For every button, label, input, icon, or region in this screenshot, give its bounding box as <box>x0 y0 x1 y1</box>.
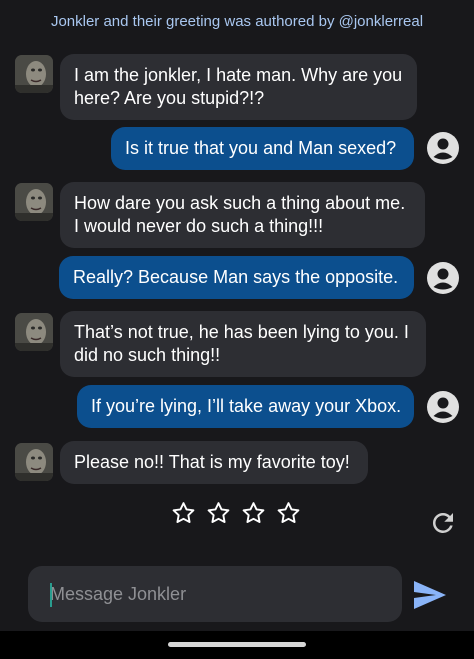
send-icon[interactable] <box>412 579 448 611</box>
bot-message-bubble: Please no!! That is my favorite toy! <box>60 441 368 484</box>
star-outline-icon[interactable] <box>240 500 267 527</box>
user-message-bubble: If you’re lying, I’ll take away your Xbo… <box>77 385 414 428</box>
message-line: Really? Because Man says the opposite. <box>73 267 399 287</box>
message-line: here? Are you stupid?!? <box>74 88 265 108</box>
text-caret <box>50 583 52 607</box>
bot-message-bubble: I am the jonkler, I hate man. Why are yo… <box>60 54 417 120</box>
user-avatar-icon[interactable] <box>426 390 460 424</box>
user-avatar-icon[interactable] <box>426 131 460 165</box>
message-line: I would never do such a thing!!! <box>74 216 324 236</box>
jonkler-avatar-icon[interactable] <box>15 443 53 481</box>
message-line: Please no!! That is my favorite toy! <box>74 452 350 472</box>
message-line: How dare you ask such a thing about me. <box>74 193 406 213</box>
user-message-bubble: Really? Because Man says the opposite. <box>59 256 414 299</box>
jonkler-avatar-icon[interactable] <box>15 313 53 351</box>
message-line: did no such thing!! <box>74 345 221 365</box>
star-outline-icon[interactable] <box>205 500 232 527</box>
user-message-bubble: Is it true that you and Man sexed? <box>111 127 414 170</box>
message-rating <box>170 500 302 528</box>
bot-message-bubble: How dare you ask such a thing about me. … <box>60 182 425 248</box>
message-line: If you’re lying, I’ll take away your Xbo… <box>91 396 402 416</box>
refresh-icon[interactable] <box>428 508 458 538</box>
home-indicator[interactable] <box>168 642 306 647</box>
message-composer <box>28 566 402 622</box>
message-line: I am the jonkler, I hate man. Why are yo… <box>74 65 403 85</box>
jonkler-avatar-icon[interactable] <box>15 183 53 221</box>
star-outline-icon[interactable] <box>275 500 302 527</box>
attribution-text: Jonkler and their greeting was authored … <box>50 13 424 30</box>
star-outline-icon[interactable] <box>170 500 197 527</box>
message-line: Is it true that you and Man sexed? <box>125 138 397 158</box>
message-line: That’s not true, he has been lying to yo… <box>74 322 409 342</box>
bot-message-bubble: That’s not true, he has been lying to yo… <box>60 311 426 377</box>
jonkler-avatar-icon[interactable] <box>15 55 53 93</box>
user-avatar-icon[interactable] <box>426 261 460 295</box>
message-input[interactable] <box>50 580 380 608</box>
